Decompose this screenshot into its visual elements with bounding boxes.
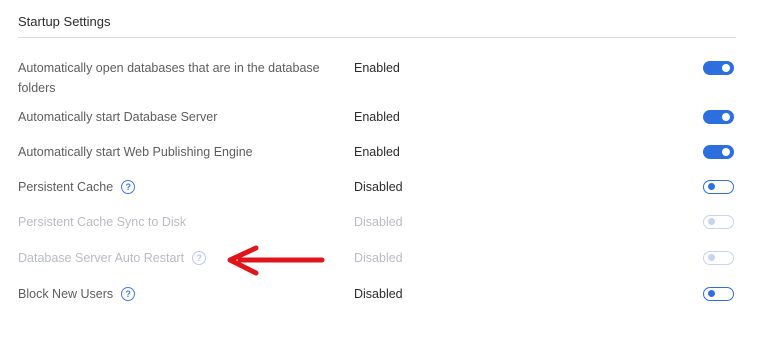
toggle-knob [722,148,730,156]
setting-value: Enabled [354,61,400,75]
setting-value: Disabled [354,287,403,301]
setting-label-wrap: Persistent Cache ? [18,177,338,197]
toggle-knob [708,254,715,261]
setting-value: Disabled [354,251,403,265]
settings-row-start-database-server: Automatically start Database Server Enab… [0,107,768,141]
settings-row-persistent-cache: Persistent Cache ? Disabled [0,177,768,211]
toggle-switch[interactable] [703,180,734,194]
setting-value: Disabled [354,180,403,194]
setting-label: Persistent Cache Sync to Disk [18,215,187,229]
setting-label: Automatically start Web Publishing Engin… [18,145,253,159]
toggle-switch[interactable] [703,215,734,229]
toggle-switch[interactable] [703,251,734,265]
setting-label: Automatically open databases that are in… [18,61,320,95]
setting-label: Automatically start Database Server [18,110,218,124]
setting-value: Disabled [354,215,403,229]
section-title: Startup Settings [18,14,111,29]
toggle-knob [722,64,730,72]
toggle-switch[interactable] [703,110,734,124]
help-icon[interactable]: ? [121,287,136,301]
setting-label: Block New Users [18,287,114,301]
toggle-switch[interactable] [703,145,734,159]
settings-row-database-server-auto-restart: Database Server Auto Restart ? Disabled [0,248,768,282]
setting-label: Persistent Cache [18,180,114,194]
settings-row-open-databases: Automatically open databases that are in… [0,56,768,95]
toggle-knob [708,183,715,190]
divider [18,37,736,38]
help-icon[interactable]: ? [121,180,136,194]
annotation-arrow-icon [227,245,325,276]
settings-row-start-web-publishing: Automatically start Web Publishing Engin… [0,142,768,176]
setting-value: Enabled [354,110,400,124]
setting-value: Enabled [354,145,400,159]
setting-label: Database Server Auto Restart [18,251,185,265]
toggle-knob [722,113,730,121]
toggle-knob [708,218,715,225]
settings-row-block-new-users: Block New Users ? Disabled [0,284,768,318]
toggle-switch[interactable] [703,287,734,301]
setting-label-wrap: Block New Users ? [18,284,338,304]
toggle-switch[interactable] [703,61,734,75]
settings-row-persistent-cache-sync: Persistent Cache Sync to Disk Disabled [0,212,768,246]
help-icon[interactable]: ? [192,251,207,265]
toggle-knob [708,290,715,297]
